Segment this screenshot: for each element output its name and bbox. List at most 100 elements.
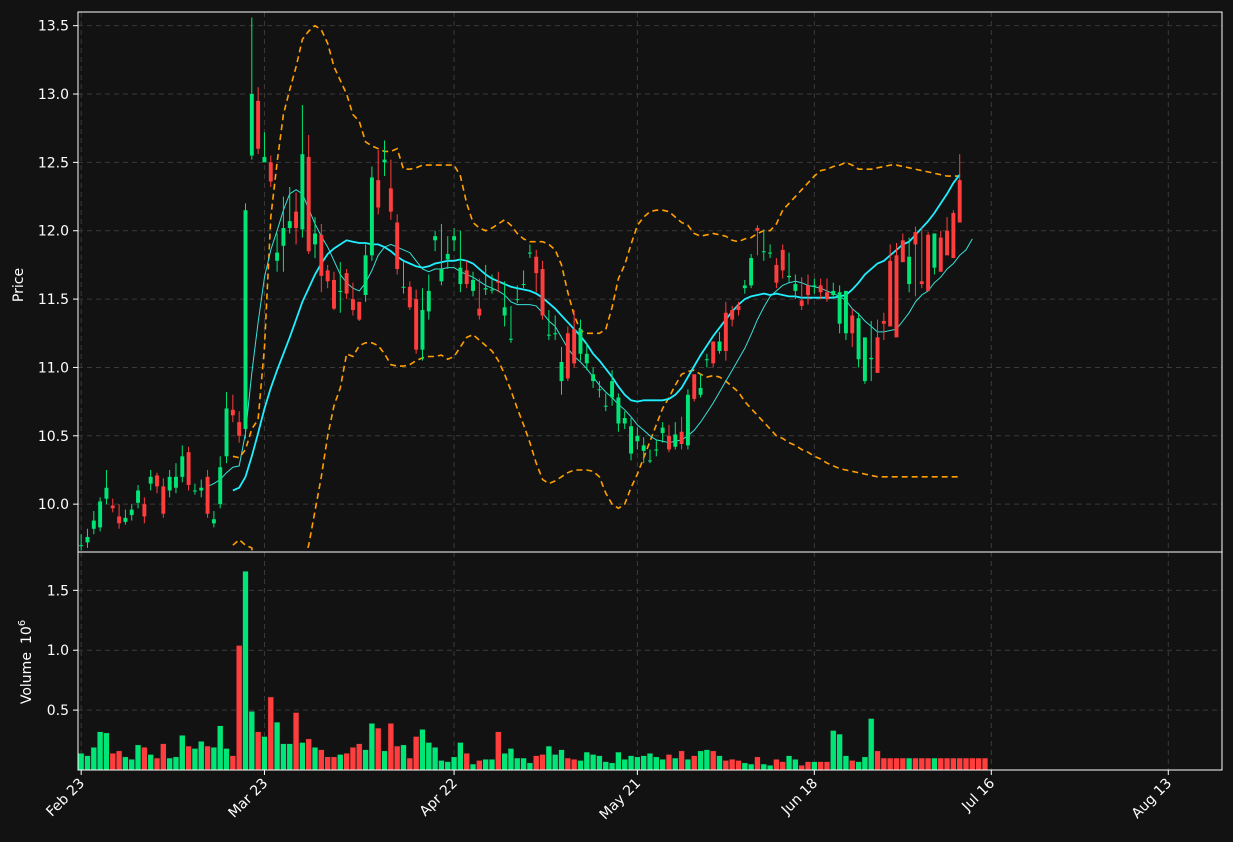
- volume-bar: [267, 696, 274, 771]
- candle-body: [464, 270, 469, 285]
- volume-bar: [899, 757, 906, 771]
- candle-body: [401, 286, 406, 288]
- volume-bar: [501, 752, 508, 771]
- candle-body: [591, 374, 596, 382]
- candle-body: [730, 310, 735, 320]
- volume-bar: [634, 756, 641, 771]
- candle-body: [243, 210, 248, 429]
- candle-body: [395, 222, 400, 270]
- volume-bar: [96, 731, 104, 771]
- candle-body: [445, 253, 450, 260]
- candle-body: [332, 279, 336, 309]
- candle-body: [420, 310, 425, 350]
- candle-body: [584, 353, 589, 364]
- volume-bar: [798, 764, 805, 771]
- candle-body: [698, 387, 703, 395]
- candle-body: [913, 232, 918, 245]
- candle-body: [616, 397, 621, 424]
- candle-body: [230, 409, 235, 416]
- candle-body: [174, 476, 178, 488]
- volume-bar: [539, 754, 546, 771]
- candle-body: [205, 476, 210, 514]
- volume-bar: [153, 757, 161, 771]
- price-tick-label: 10.0: [38, 497, 69, 513]
- candle-body: [660, 427, 665, 434]
- candle-body: [559, 361, 564, 382]
- candle-body: [597, 389, 602, 391]
- volume-bar: [217, 725, 224, 771]
- volume-bar: [482, 758, 489, 771]
- candle-body: [793, 284, 798, 291]
- candle-body: [761, 251, 766, 253]
- volume-bar: [792, 758, 799, 771]
- candle-body: [622, 418, 627, 424]
- candle-body: [224, 408, 229, 457]
- candle-body: [237, 422, 242, 436]
- candle: [243, 203, 248, 439]
- volume-bar: [570, 758, 578, 771]
- volume-bar: [766, 764, 774, 771]
- candle-body: [907, 256, 912, 285]
- price-tick-label: 13.5: [38, 19, 69, 35]
- candle-body: [218, 467, 223, 505]
- candle-body: [319, 234, 324, 276]
- volume-bar: [754, 756, 761, 771]
- volume-bar: [280, 743, 287, 771]
- volume-bar: [330, 756, 338, 771]
- candle-body: [926, 234, 931, 291]
- candle-body: [281, 228, 286, 246]
- volume-bar: [918, 757, 925, 771]
- volume-bar: [747, 763, 755, 771]
- volume-label-text: Volume: [19, 652, 35, 704]
- volume-bar: [406, 757, 413, 771]
- candle-body: [806, 285, 810, 295]
- volume-bar: [495, 731, 502, 771]
- volume-bar: [128, 758, 135, 771]
- volume-bar: [975, 757, 982, 771]
- volume-bar: [318, 749, 325, 771]
- stock-chart: 10.0 10.5 11.0 11.5 12.0 12.5 13.0 13.5 0.5 1.0 1…: [0, 0, 1233, 842]
- candle-body: [932, 233, 937, 268]
- price-tick-label: 11.0: [38, 360, 69, 376]
- volume-bar: [254, 731, 262, 771]
- volume-bar: [273, 721, 281, 771]
- volume-bar: [804, 761, 812, 771]
- candle-body: [856, 318, 861, 360]
- candle-body: [831, 290, 836, 295]
- candle-body: [85, 536, 90, 543]
- volume-bar: [887, 757, 894, 771]
- candle-body: [369, 177, 374, 256]
- volume-bar: [552, 754, 559, 771]
- candle-body: [875, 337, 880, 373]
- candle-body: [477, 308, 482, 316]
- volume-bar: [874, 750, 881, 771]
- volume-bar: [469, 763, 477, 771]
- candle-body: [508, 338, 513, 340]
- candle-body: [603, 405, 608, 407]
- volume-bar: [109, 752, 116, 771]
- candle-body: [945, 230, 950, 256]
- volume-bar: [741, 762, 748, 771]
- volume-bar: [659, 758, 666, 771]
- volume-bar: [450, 756, 458, 771]
- candle-body: [376, 180, 381, 208]
- candle-body: [951, 212, 956, 259]
- candle-body: [142, 504, 147, 517]
- candle-body: [407, 286, 412, 308]
- candle-body: [837, 292, 842, 324]
- candle-body: [350, 299, 355, 311]
- candle-body: [91, 520, 96, 529]
- volume-bar: [337, 754, 344, 771]
- volume-bar: [596, 755, 603, 771]
- volume-bar: [172, 756, 180, 771]
- volume-bar: [602, 761, 609, 771]
- candle-body: [256, 100, 261, 149]
- volume-bar: [286, 743, 293, 771]
- volume-bar: [621, 758, 628, 771]
- volume-bar: [785, 755, 793, 771]
- candle: [894, 243, 899, 338]
- candle-body: [641, 445, 646, 451]
- volume-bar: [419, 729, 426, 771]
- candle-body: [262, 156, 267, 163]
- volume-bar: [861, 756, 869, 771]
